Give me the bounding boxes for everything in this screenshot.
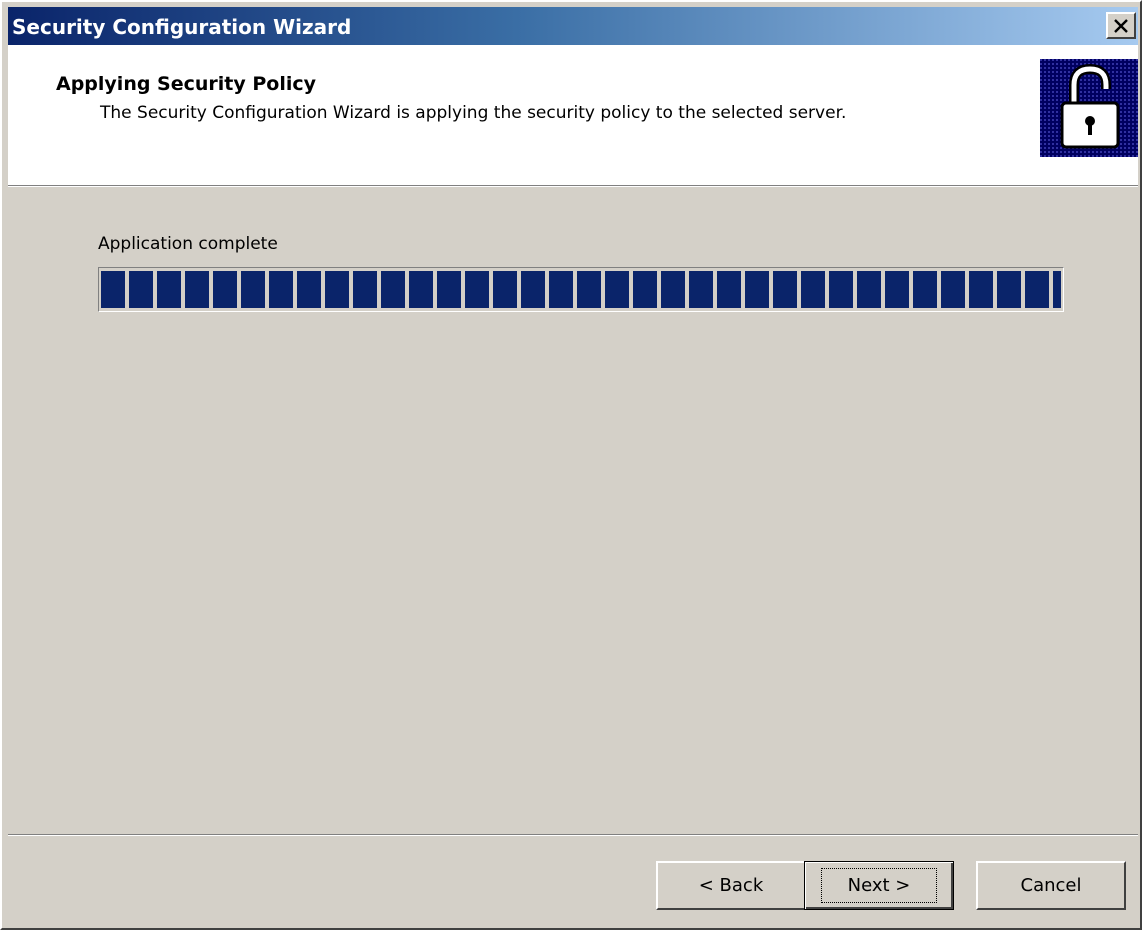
progress-bar — [98, 267, 1064, 312]
progress-bar-fill — [101, 271, 1061, 308]
close-button[interactable] — [1106, 12, 1136, 39]
page-description: The Security Configuration Wizard is app… — [100, 103, 847, 123]
progress-status-label: Application complete — [98, 234, 278, 254]
next-button-label: Next > — [820, 868, 938, 903]
footer-divider — [8, 834, 1138, 836]
back-button[interactable]: < Back — [656, 861, 806, 910]
window-title: Security Configuration Wizard — [12, 15, 352, 39]
wizard-window: Security Configuration Wizard Applying S… — [0, 0, 1142, 930]
cancel-button[interactable]: Cancel — [976, 861, 1126, 910]
page-title: Applying Security Policy — [56, 73, 317, 95]
title-bar[interactable]: Security Configuration Wizard — [8, 7, 1138, 45]
header-divider — [8, 185, 1138, 187]
next-button[interactable]: Next > — [804, 861, 954, 910]
padlock-icon — [1040, 59, 1138, 157]
wizard-header: Applying Security Policy The Security Co… — [8, 45, 1138, 185]
close-icon — [1114, 18, 1128, 33]
